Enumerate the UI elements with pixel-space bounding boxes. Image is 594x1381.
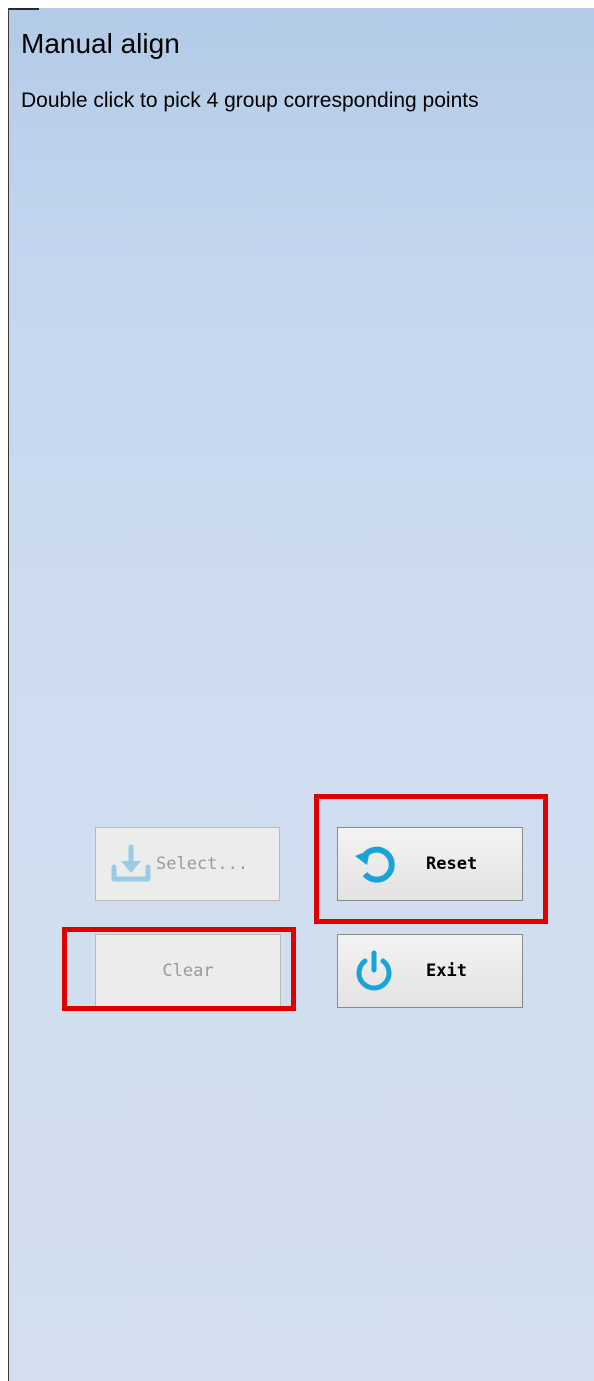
download-icon [108,841,154,887]
select-button-label: Select... [156,854,249,874]
panel-border-corner [9,8,39,10]
exit-button-label: Exit [426,961,467,981]
manual-align-panel: Manual align Double click to pick 4 grou… [8,8,594,1381]
instruction-text: Double click to pick 4 group correspondi… [21,89,479,112]
select-button[interactable]: Select... [95,827,280,901]
panel-title: Manual align [21,28,180,59]
exit-button[interactable]: Exit [337,934,523,1008]
power-icon [352,949,396,993]
clear-highlight-box [62,927,296,1011]
reset-highlight-box [314,794,548,924]
